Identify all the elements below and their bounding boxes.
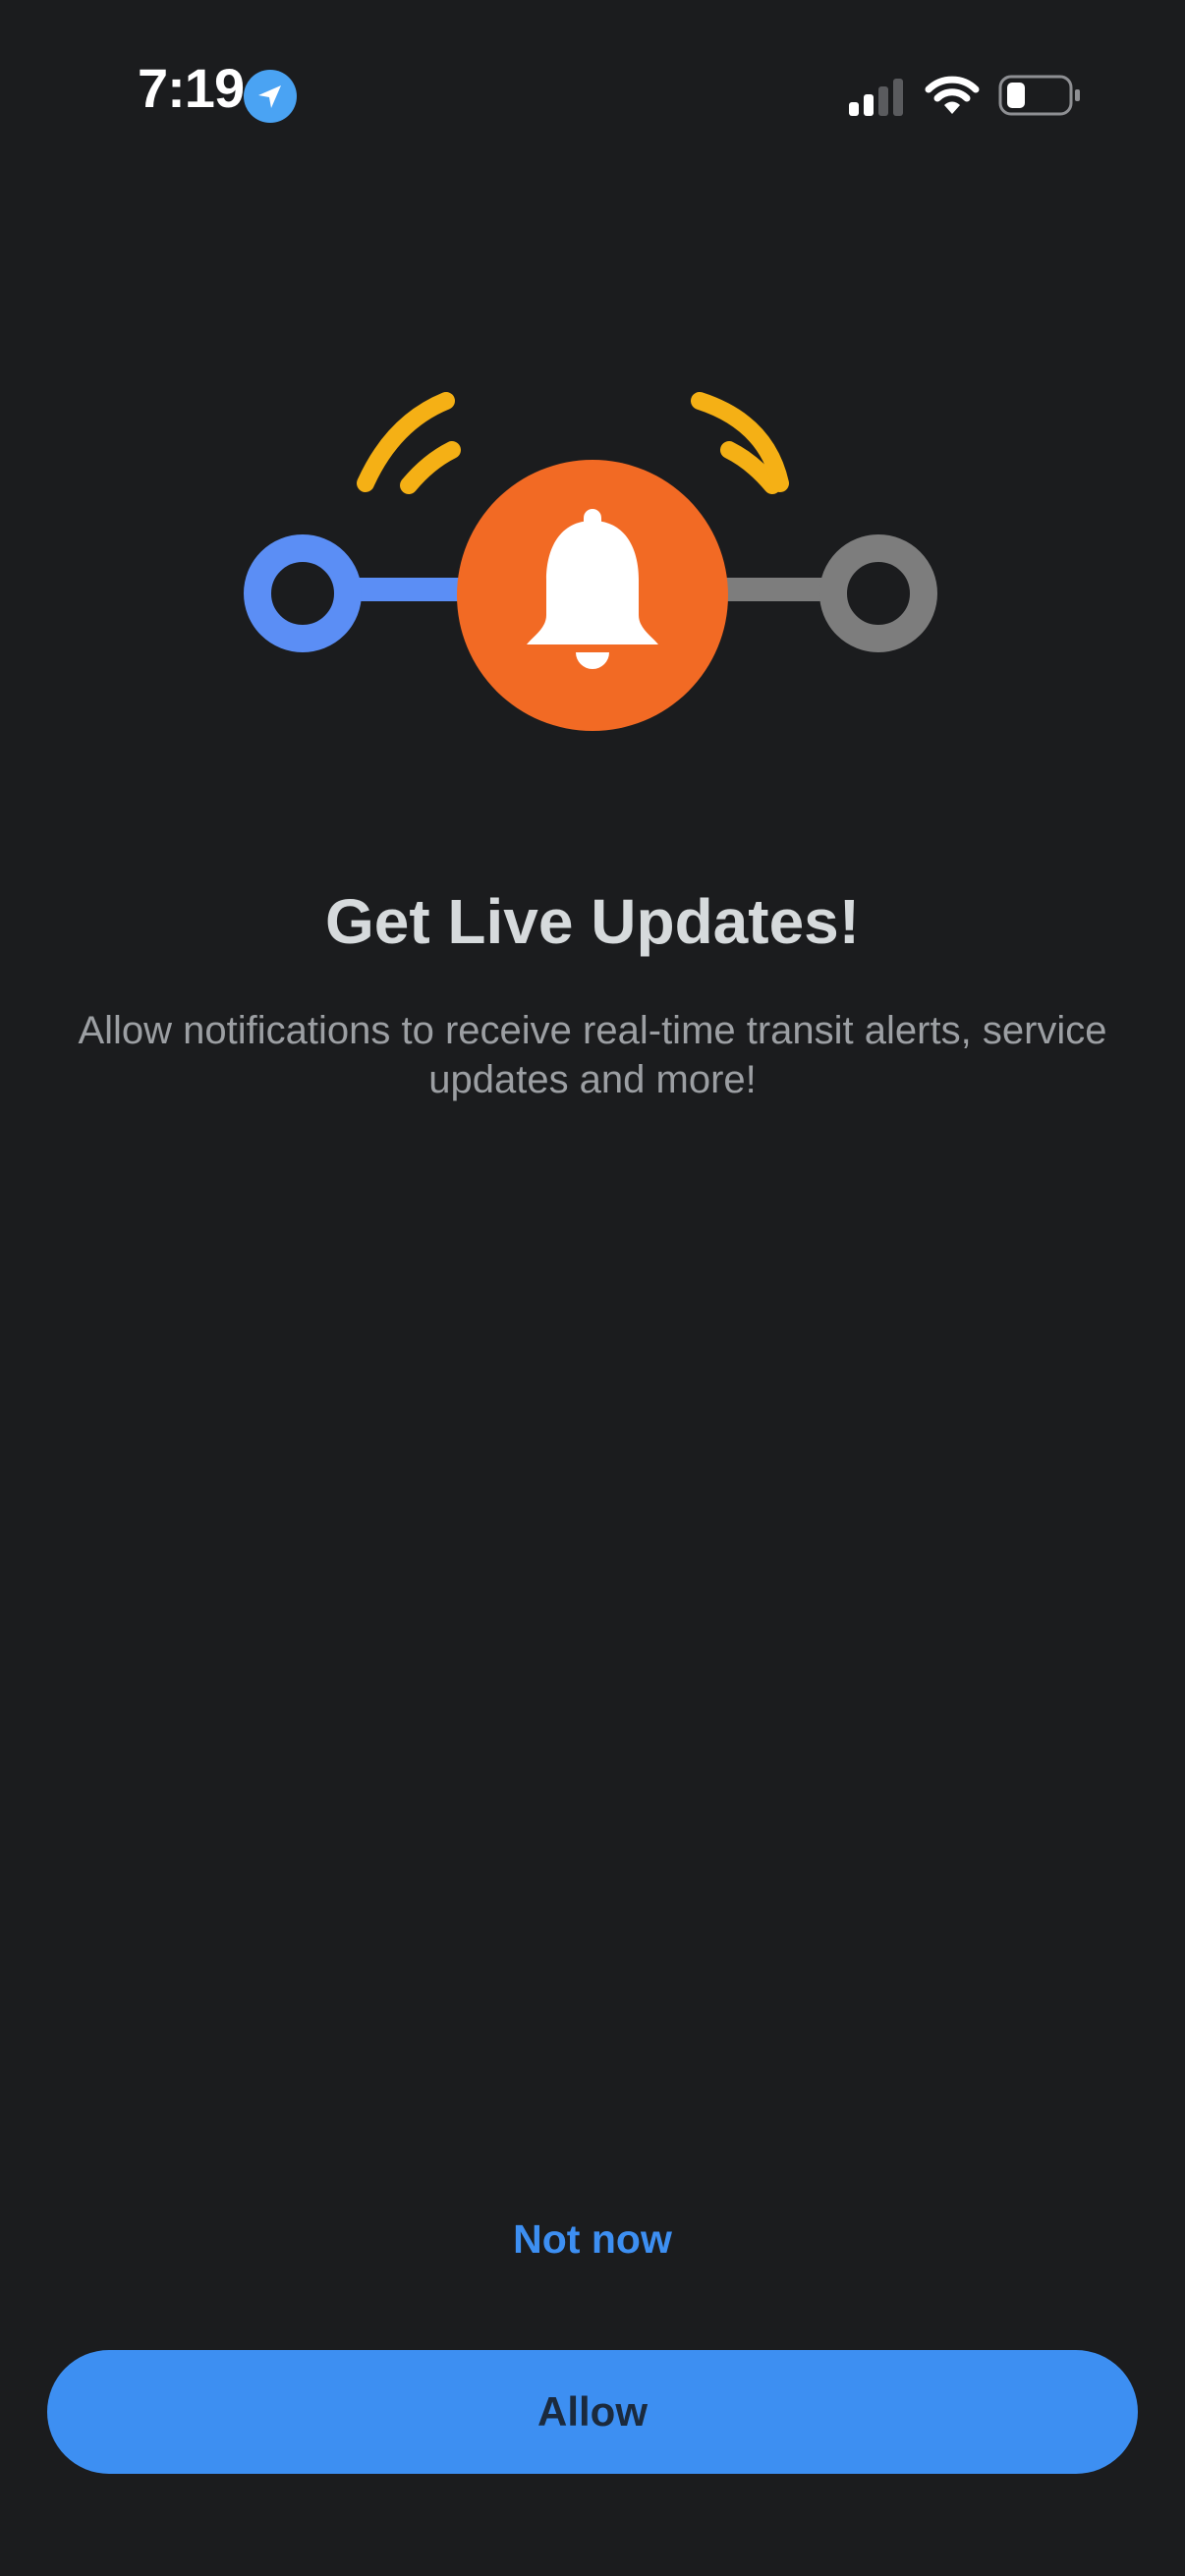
wifi-icon — [925, 76, 980, 114]
live-updates-illustration — [244, 392, 937, 731]
page-title: Get Live Updates! — [324, 886, 861, 957]
right-signal-waves — [691, 392, 789, 494]
left-signal-waves — [357, 392, 461, 494]
right-stop-node — [819, 534, 937, 652]
page-subtitle: Allow notifications to receive real-time… — [78, 1009, 1107, 1101]
left-stop-node — [244, 534, 362, 652]
location-arrow-icon — [244, 70, 297, 123]
notification-permission-screen: 7:19 Get Live Updates! Allow notificatio… — [0, 0, 1185, 2576]
cellular-signal-icon — [849, 79, 903, 116]
allow-button[interactable]: Allow — [47, 2350, 1138, 2474]
battery-icon — [998, 75, 1080, 116]
left-connector-line — [344, 578, 462, 601]
not-now-button[interactable]: Not now — [396, 2205, 789, 2273]
status-time: 7:19 — [138, 57, 245, 119]
